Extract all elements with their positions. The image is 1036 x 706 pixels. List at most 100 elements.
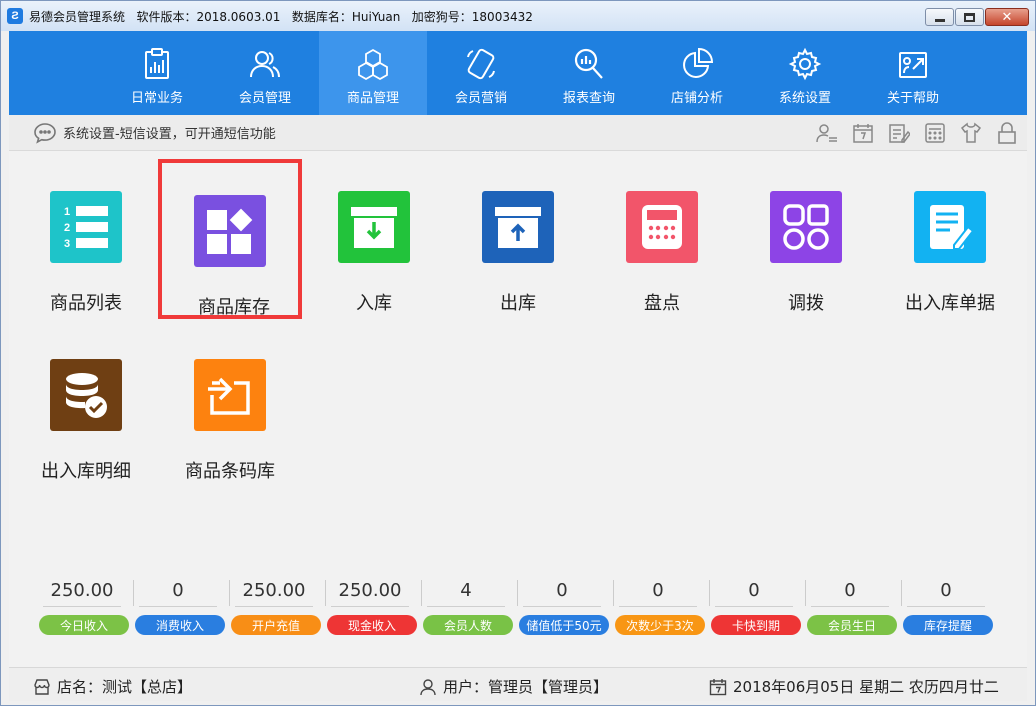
- stat-badge: 消费收入: [135, 615, 225, 635]
- stat-badge: 卡快到期: [711, 615, 801, 635]
- nav-product-management[interactable]: 商品管理: [319, 31, 427, 115]
- stat-cash-income[interactable]: 250.00 现金收入: [325, 580, 421, 635]
- calendar-tool[interactable]: [851, 121, 875, 145]
- inbox-in-icon: [351, 207, 397, 248]
- tile-icon-bg: [194, 359, 266, 431]
- barcode-folder-icon: [208, 377, 250, 415]
- maximize-icon: [964, 12, 975, 22]
- tile-label: 商品库存: [198, 297, 270, 318]
- tile-label: 入库: [356, 293, 392, 314]
- chat-bubble-icon: [34, 122, 56, 144]
- stat-badge: 今日收入: [39, 615, 129, 635]
- tile-icon-bg: [914, 191, 986, 263]
- app-window: Ƨ 易德会员管理系统 软件版本：2018.0603.01 数据库名：HuiYua…: [0, 0, 1036, 706]
- tile-stocktaking[interactable]: 盘点: [590, 155, 734, 315]
- inbox-out-icon: [495, 207, 541, 248]
- stat-badge: 会员人数: [423, 615, 513, 635]
- info-bar: 系统设置-短信设置，可开通短信功能: [9, 115, 1027, 151]
- stat-low-balance[interactable]: 0 储值低于50元: [517, 580, 613, 635]
- maximize-button[interactable]: [955, 8, 984, 26]
- gear-icon: [788, 47, 822, 81]
- user-name: 用户：管理员【管理员】: [443, 678, 609, 696]
- stat-inventory-reminder[interactable]: 0 库存提醒: [901, 580, 997, 635]
- status-bar: 店名：测试【总店】 用户：管理员【管理员】 2018年06月05日 星期二 农历…: [9, 667, 1027, 701]
- calendar-icon: [853, 124, 873, 143]
- tile-stock-details[interactable]: 出入库明细: [14, 323, 158, 483]
- tile-stock-documents[interactable]: 出入库单据: [878, 155, 1022, 315]
- nav-about-help[interactable]: 关于帮助: [859, 31, 967, 115]
- app-logo-icon: Ƨ: [7, 8, 23, 24]
- tile-icon-bg: [50, 359, 122, 431]
- calculator-icon: [642, 205, 682, 249]
- document-edit-icon: [930, 205, 975, 250]
- shirt-tool[interactable]: [959, 121, 983, 145]
- nav-member-management[interactable]: 会员管理: [211, 31, 319, 115]
- stat-value: 4: [427, 580, 505, 607]
- nav-label: 商品管理: [346, 91, 399, 106]
- tile-icon-bg: [482, 191, 554, 263]
- stat-value: 0: [907, 580, 985, 607]
- svg-text:3: 3: [64, 238, 70, 250]
- tile-barcode-library[interactable]: 商品条码库: [158, 323, 302, 483]
- tile-transfer[interactable]: 调拨: [734, 155, 878, 315]
- stat-consumption-income[interactable]: 0 消费收入: [133, 580, 229, 635]
- edit-list-tool[interactable]: [887, 121, 911, 145]
- store-icon: [34, 678, 50, 695]
- stat-badge: 会员生日: [807, 615, 897, 635]
- tile-icon-bg: [338, 191, 410, 263]
- cubes-icon: [358, 48, 388, 81]
- date-info: 2018年06月05日 星期二 农历四月廿二: [709, 676, 999, 697]
- tile-icon-bg: [626, 191, 698, 263]
- nav-label: 会员管理: [238, 91, 291, 106]
- edit-list-icon: [889, 124, 910, 143]
- stat-badge: 次数少于3次: [615, 615, 705, 635]
- minimize-button[interactable]: [925, 8, 954, 26]
- tile-product-list[interactable]: 1 2 3 商品列表: [14, 155, 158, 315]
- users-icon: [250, 51, 280, 78]
- stat-value: 0: [139, 580, 217, 607]
- lock-tool[interactable]: [995, 121, 1019, 145]
- nav-report-query[interactable]: 报表查询: [535, 31, 643, 115]
- window-controls: ✕: [924, 8, 1029, 26]
- user-switch-tool[interactable]: [815, 121, 839, 145]
- tile-label: 出入库明细: [41, 461, 131, 482]
- four-squares-icon: [783, 204, 829, 250]
- stat-member-count[interactable]: 4 会员人数: [421, 580, 517, 635]
- pie-chart-icon: [683, 47, 714, 78]
- stat-today-income[interactable]: 250.00 今日收入: [37, 580, 133, 635]
- tile-product-inventory[interactable]: 商品库存: [158, 159, 302, 319]
- search-chart-icon: [574, 48, 603, 79]
- stat-badge: 现金收入: [327, 615, 417, 635]
- stat-value: 0: [811, 580, 889, 607]
- phone-icon: [467, 48, 495, 80]
- blocks-icon: [207, 208, 253, 254]
- stat-member-birthday[interactable]: 0 会员生日: [805, 580, 901, 635]
- stat-value: 0: [523, 580, 601, 607]
- tile-stock-out[interactable]: 出库: [446, 155, 590, 315]
- store-info: 店名：测试【总店】: [33, 676, 192, 697]
- stat-badge: 储值低于50元: [519, 615, 609, 635]
- tile-label: 出入库单据: [905, 293, 995, 314]
- nav-member-marketing[interactable]: 会员营销: [427, 31, 535, 115]
- stat-low-visits[interactable]: 0 次数少于3次: [613, 580, 709, 635]
- tile-label: 商品条码库: [185, 461, 275, 482]
- nav-store-analysis[interactable]: 店铺分析: [643, 31, 751, 115]
- stat-account-recharge[interactable]: 250.00 开户充值: [229, 580, 325, 635]
- calculator-tool[interactable]: [923, 121, 947, 145]
- help-icon: [899, 52, 927, 78]
- current-date: 2018年06月05日 星期二 农历四月廿二: [733, 678, 999, 696]
- stat-card-expiring[interactable]: 0 卡快到期: [709, 580, 805, 635]
- stat-badge: 开户充值: [231, 615, 321, 635]
- stat-badge: 库存提醒: [903, 615, 993, 635]
- calendar-icon: [709, 678, 727, 695]
- nav-system-settings[interactable]: 系统设置: [751, 31, 859, 115]
- nav-label: 关于帮助: [886, 91, 939, 106]
- sms-notice: 系统设置-短信设置，可开通短信功能: [63, 127, 276, 142]
- tile-icon-bg: [770, 191, 842, 263]
- nav-label: 系统设置: [778, 91, 831, 106]
- quick-tools: [803, 121, 1019, 145]
- nav-daily-business[interactable]: 日常业务: [103, 31, 211, 115]
- tile-stock-in[interactable]: 入库: [302, 155, 446, 315]
- tile-icon-bg: 1 2 3: [50, 191, 122, 263]
- close-button[interactable]: ✕: [985, 8, 1029, 26]
